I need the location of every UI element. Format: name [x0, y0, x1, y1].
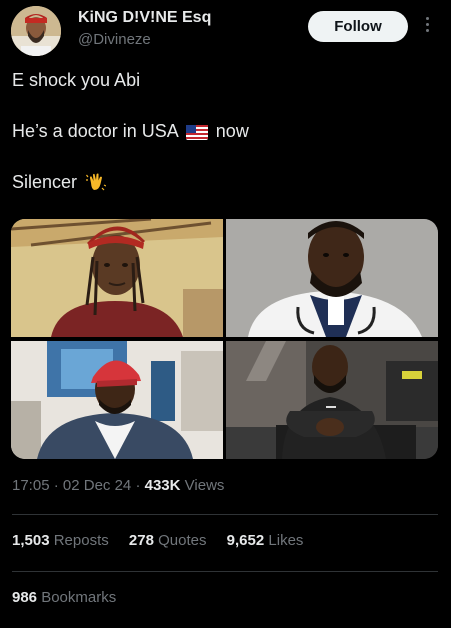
tweet-text-line-1: E shock you Abi — [12, 70, 141, 90]
author-name[interactable]: KiNG D!V!NE Esq — [78, 9, 211, 27]
more-options-icon[interactable] — [419, 14, 435, 38]
media-grid[interactable] — [11, 219, 438, 459]
likes-label: Likes — [268, 532, 304, 549]
likes-stat[interactable]: 9,652 Likes — [227, 532, 304, 549]
reposts-label: Reposts — [53, 532, 109, 549]
photo-man-red-cap-icon — [11, 341, 223, 459]
divider — [12, 514, 438, 515]
tweet-text-line-3-text: Silencer — [12, 172, 78, 192]
quotes-label: Quotes — [158, 532, 207, 549]
us-flag-emoji-icon — [185, 125, 208, 140]
tweet-text-line-2: He’s a doctor in USA now — [12, 121, 249, 142]
tweet-meta: 17:05 · 02 Dec 24 · 433K Views — [12, 477, 224, 494]
avatar[interactable] — [11, 6, 61, 56]
media-photo-4[interactable] — [226, 341, 438, 459]
media-photo-2[interactable] — [226, 219, 438, 337]
photo-doctor-icon — [226, 219, 438, 337]
meta-separator: · — [53, 477, 63, 494]
divider — [12, 571, 438, 572]
avatar-photo-icon — [11, 6, 61, 56]
tweet-date[interactable]: 02 Dec 24 — [63, 477, 131, 494]
views-label: Views — [184, 477, 225, 494]
waving-hand-emoji-icon — [86, 173, 107, 191]
bookmarks-label: Bookmarks — [41, 589, 117, 606]
tweet-header: KiNG D!V!NE Esq @Divineze Follow — [0, 0, 451, 62]
tweet-text-line-3: Silencer — [12, 172, 107, 193]
media-photo-1[interactable] — [11, 219, 223, 337]
meta-separator: · — [135, 477, 145, 494]
engagement-stats: 1,503 Reposts 278 Quotes 9,652 Likes — [12, 532, 319, 549]
photo-man-sitting-icon — [226, 341, 438, 459]
views-count: 433K — [144, 477, 181, 494]
quotes-count: 278 — [128, 532, 154, 549]
media-photo-3[interactable] — [11, 341, 223, 459]
quotes-stat[interactable]: 278 Quotes — [129, 532, 211, 549]
bookmarks-stat[interactable]: 986 Bookmarks — [12, 589, 116, 606]
author-handle[interactable]: @Divineze — [78, 31, 151, 48]
tweet-time[interactable]: 17:05 — [12, 477, 50, 494]
reposts-stat[interactable]: 1,503 Reposts — [12, 532, 113, 549]
bookmarks-count: 986 — [12, 589, 38, 606]
tweet-text-line-2-end: now — [215, 121, 249, 141]
tweet-text-line-2-start: He’s a doctor in USA — [12, 121, 178, 141]
photo-dreadlocks-man-icon — [11, 219, 223, 337]
follow-button[interactable]: Follow — [308, 11, 408, 42]
likes-count: 9,652 — [226, 532, 265, 549]
reposts-count: 1,503 — [12, 532, 50, 549]
